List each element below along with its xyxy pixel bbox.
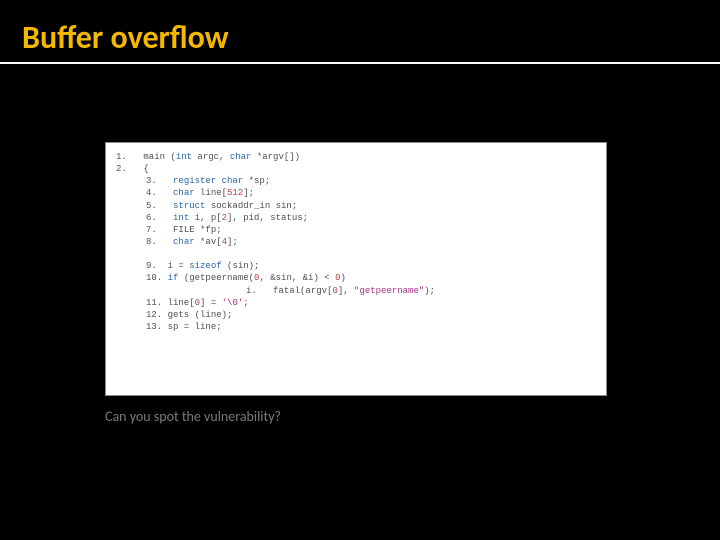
slide-title: Buffer overflow — [22, 18, 229, 57]
code-line-8: 8. char *av[4]; — [116, 236, 596, 248]
code-line-10i: i. fatal(argv[0], "getpeername"); — [116, 285, 596, 297]
code-line-2: 2. { — [116, 163, 596, 175]
code-line-1: 1. main (int argc, char *argv[]) — [116, 151, 596, 163]
code-line-10: 10. if (getpeername(0, &sin, &i) < 0) — [116, 272, 596, 284]
code-line-5: 5. struct sockaddr_in sin; — [116, 200, 596, 212]
code-line-6: 6. int i, p[2], pid, status; — [116, 212, 596, 224]
code-line-3: 3. register char *sp; — [116, 175, 596, 187]
caption-text: Can you spot the vulnerability? — [105, 408, 281, 425]
code-block: 1. main (int argc, char *argv[]) 2. { 3.… — [105, 142, 607, 396]
code-line-7: 7. FILE *fp; — [116, 224, 596, 236]
code-line-13: 13. sp = line; — [116, 321, 596, 333]
code-line-4: 4. char line[512]; — [116, 187, 596, 199]
code-line-9: 9. i = sizeof (sin); — [116, 260, 596, 272]
code-line-12: 12. gets (line); — [116, 309, 596, 321]
code-line-11: 11. line[0] = '\0'; — [116, 297, 596, 309]
code-line-blank — [116, 248, 596, 260]
title-underline — [0, 62, 720, 64]
